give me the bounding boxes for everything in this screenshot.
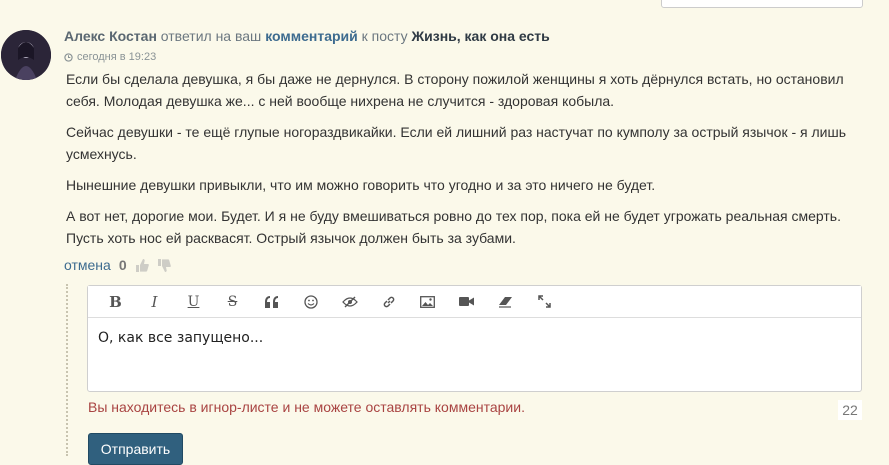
- strikethrough-icon[interactable]: S: [213, 286, 252, 317]
- smile-icon[interactable]: [291, 286, 330, 317]
- post-title-link[interactable]: Жизнь, как она есть: [411, 28, 549, 44]
- underline-icon[interactable]: U: [174, 286, 213, 317]
- editor-toolbar: B I U S: [88, 286, 861, 318]
- image-icon[interactable]: [408, 286, 447, 317]
- submit-button[interactable]: Отправить: [88, 433, 183, 465]
- quote-icon[interactable]: [252, 286, 291, 317]
- comment-paragraph: Если бы сделала девушка, я бы даже не де…: [66, 71, 844, 109]
- link-icon[interactable]: [369, 286, 408, 317]
- rating-count: 0: [118, 257, 127, 273]
- reply-thread-line: [66, 284, 68, 456]
- eraser-icon[interactable]: [486, 286, 525, 317]
- thumbs-up-icon[interactable]: [135, 258, 149, 272]
- comment-paragraph: А вот нет, дорогие мои. Будет. И я не бу…: [66, 208, 841, 246]
- comment-textarea[interactable]: О, как все запущено...: [88, 318, 861, 358]
- comment-paragraph: Сейчас девушки - те ещё глупые ногораздв…: [66, 124, 847, 162]
- video-icon[interactable]: [447, 286, 486, 317]
- italic-icon[interactable]: I: [135, 286, 174, 317]
- post-prefix: к посту: [357, 28, 412, 44]
- char-counter: 22: [838, 400, 862, 420]
- comment-link[interactable]: комментарий: [265, 28, 358, 44]
- fullscreen-icon[interactable]: [525, 286, 564, 317]
- comment-actions: отмена 0: [64, 257, 171, 273]
- comment-editor: B I U S О, как все запущено...: [87, 285, 862, 392]
- avatar[interactable]: [1, 30, 51, 80]
- error-message: Вы находитесь в игнор-листе и не можете …: [88, 399, 525, 415]
- author-name[interactable]: Алекс Костан: [64, 28, 157, 44]
- thumbs-down-icon[interactable]: [157, 258, 171, 272]
- comment-paragraph: Нынешние девушки привыкли, что им можно …: [66, 177, 656, 193]
- cancel-link[interactable]: отмена: [64, 257, 111, 273]
- action-text: ответил на ваш: [156, 28, 266, 44]
- bold-icon[interactable]: B: [96, 286, 135, 317]
- spoiler-icon[interactable]: [330, 286, 369, 317]
- clock-icon: [64, 52, 73, 62]
- timestamp: сегодня в 19:23: [64, 51, 156, 63]
- timestamp-text: сегодня в 19:23: [77, 51, 157, 63]
- comment-text: Если бы сделала девушка, я бы даже не де…: [66, 68, 866, 258]
- search-input[interactable]: [661, 0, 863, 8]
- notification-header: Алекс Костан ответил на ваш комментарий …: [64, 28, 550, 44]
